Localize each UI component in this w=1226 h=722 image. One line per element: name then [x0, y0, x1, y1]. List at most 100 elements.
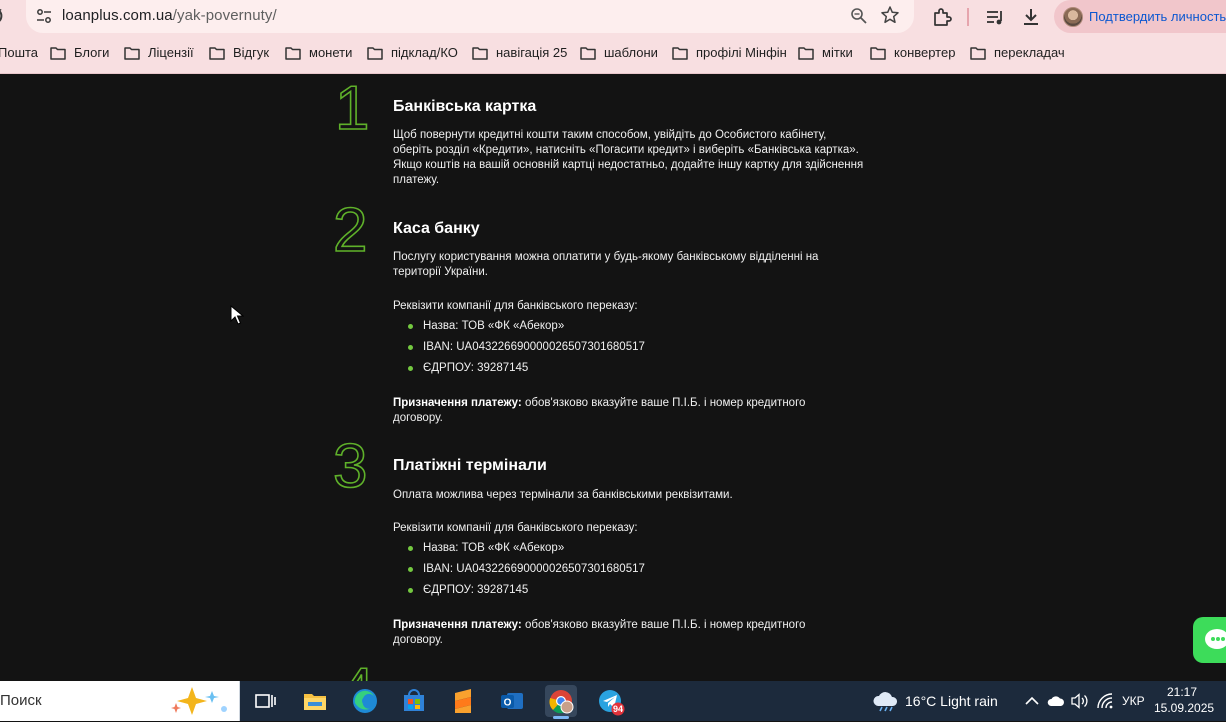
chevron-up-icon[interactable] [1024, 693, 1040, 709]
bookmark-item[interactable]: Ліцензії [124, 45, 194, 63]
payment-purpose-label: Призначення платежу: [393, 619, 522, 631]
avatar [1063, 7, 1083, 27]
bookmark-label: перекладач [994, 45, 1065, 60]
media-control-icon[interactable] [984, 6, 1006, 28]
bookmarks-bar: Пошта Блоги Ліцензії Відгук монети підклад/КО… [0, 36, 1226, 74]
bookmark-item[interactable]: конвертер [870, 45, 955, 63]
requisite-item: Назва: ТОВ «ФК «Абекор» [407, 320, 565, 332]
bookmark-item[interactable]: мітки [798, 45, 853, 63]
folder-icon [209, 47, 225, 60]
step-number: 3 [332, 432, 368, 501]
edge-icon[interactable] [349, 685, 381, 717]
folder-icon [672, 47, 688, 60]
taskbar-search-text: Поиск [0, 692, 42, 709]
telegram-badge: 94 [612, 704, 623, 714]
bookmark-item[interactable]: шаблони [580, 45, 658, 63]
folder-icon [472, 47, 488, 60]
folder-icon [285, 47, 301, 60]
toolbar-separator [967, 8, 969, 26]
payment-purpose-label: Призначення платежу: [393, 397, 522, 409]
bookmark-label: Ліцензії [148, 45, 194, 60]
extensions-icon[interactable] [931, 6, 953, 28]
url-path: /yak-povernuty/ [172, 7, 277, 24]
zoom-icon[interactable] [850, 7, 868, 25]
folder-icon [870, 47, 886, 60]
step-number: 4 [339, 659, 375, 681]
sparkle-icon [171, 687, 227, 715]
payment-purpose: Призначення платежу: обов'язково вказуйт… [393, 396, 833, 426]
chat-widget-button[interactable] [1193, 617, 1226, 663]
requisite-item: ЄДРПОУ: 39287145 [407, 362, 529, 374]
bookmark-label: монети [309, 45, 353, 60]
svg-text:O: O [504, 698, 512, 709]
folder-icon [580, 47, 596, 60]
folder-icon [367, 47, 383, 60]
bookmark-label: підклад/КО [391, 45, 458, 60]
step-description: Послугу користування можна оплатити у бу… [393, 251, 819, 278]
outlook-icon[interactable]: O [496, 685, 528, 717]
file-explorer-icon[interactable] [299, 685, 331, 717]
step-title: Банківська картка [393, 98, 537, 115]
bookmark-star-icon[interactable] [880, 5, 900, 25]
bookmark-item[interactable]: навігація 25 [472, 45, 567, 63]
telegram-icon[interactable]: 94 [595, 685, 627, 717]
wifi-icon[interactable] [1097, 693, 1113, 709]
volume-icon[interactable] [1071, 693, 1089, 709]
step-title: Каса банку [393, 220, 480, 237]
bookmark-label: мітки [822, 45, 853, 60]
chrome-icon[interactable] [545, 685, 577, 719]
bookmark-item[interactable]: Блоги [50, 45, 109, 63]
reload-icon[interactable] [0, 6, 12, 26]
onedrive-icon[interactable] [1047, 693, 1065, 709]
profile-label: Подтвердить личность [1089, 9, 1226, 24]
bookmark-label: шаблони [604, 45, 658, 60]
bookmark-item[interactable]: перекладач [970, 45, 1065, 63]
input-language[interactable]: УКР [1122, 694, 1145, 708]
step-description: Щоб повернути кредитні кошти таким спосо… [393, 129, 864, 186]
bookmark-item[interactable]: Пошта [0, 45, 38, 63]
requisites-title: Реквізити компанії для банківського пере… [393, 522, 638, 534]
bookmark-label: Відгук [233, 45, 270, 60]
requisites-title: Реквізити компанії для банківського пере… [393, 300, 638, 312]
clock[interactable]: 21:17 15.09.2025 [1154, 684, 1215, 716]
step-description: Оплата можлива через термінали за банків… [393, 489, 733, 501]
bookmark-label: Блоги [74, 45, 110, 60]
folder-icon [970, 47, 986, 60]
url-domain: loanplus.com.ua [62, 7, 173, 24]
bookmark-label: Пошта [0, 45, 39, 60]
mouse-cursor-icon [230, 305, 244, 325]
bookmark-item[interactable]: підклад/КО [367, 45, 458, 63]
weather-icon[interactable] [871, 690, 899, 712]
clock-date: 15.09.2025 [1154, 701, 1215, 715]
requisite-item: IBAN: UA043226690000026507301680517 [408, 563, 645, 575]
browser-toolbar: loanplus.com.ua/yak-povernuty/ Подтверди… [0, 0, 1226, 36]
bookmark-item[interactable]: Відгук [209, 45, 269, 63]
site-info-icon[interactable] [36, 8, 52, 24]
chat-dots-icon [1211, 637, 1225, 641]
taskbar-search[interactable]: Поиск [0, 681, 240, 721]
download-icon[interactable] [1020, 6, 1042, 28]
requisite-item: IBAN: UA043226690000026507301680517 [408, 341, 645, 353]
step-number: 1 [334, 74, 370, 143]
address-bar[interactable]: loanplus.com.ua/yak-povernuty/ [26, 0, 914, 33]
payment-purpose: Призначення платежу: обов'язково вказуйт… [393, 618, 833, 648]
requisite-item: Назва: ТОВ «ФК «Абекор» [407, 542, 565, 554]
step-number: 2 [332, 196, 368, 265]
task-view-icon[interactable] [249, 685, 281, 717]
bookmark-item[interactable]: профілі Мінфін [672, 45, 787, 63]
folder-icon [124, 47, 140, 60]
taskbar: Поиск O 94 16°C Light rain УКР 21:17 15.… [0, 681, 1226, 721]
url-text: loanplus.com.ua/yak-povernuty/ [62, 7, 277, 24]
requisite-item: ЄДРПОУ: 39287145 [407, 584, 529, 596]
folder-icon [798, 47, 814, 60]
store-icon[interactable] [398, 685, 430, 717]
bookmark-label: конвертер [894, 45, 956, 60]
page-content: 1 Банківська картка Щоб повернути кредит… [0, 74, 1226, 681]
sublime-icon[interactable] [447, 685, 479, 717]
bookmark-item[interactable]: монети [285, 45, 352, 63]
bookmark-label: навігація 25 [496, 45, 568, 60]
profile-button[interactable]: Подтвердить личность [1054, 0, 1226, 33]
weather-text[interactable]: 16°C Light rain [905, 693, 998, 709]
bookmark-label: профілі Мінфін [696, 45, 787, 60]
clock-time: 21:17 [1166, 685, 1198, 699]
